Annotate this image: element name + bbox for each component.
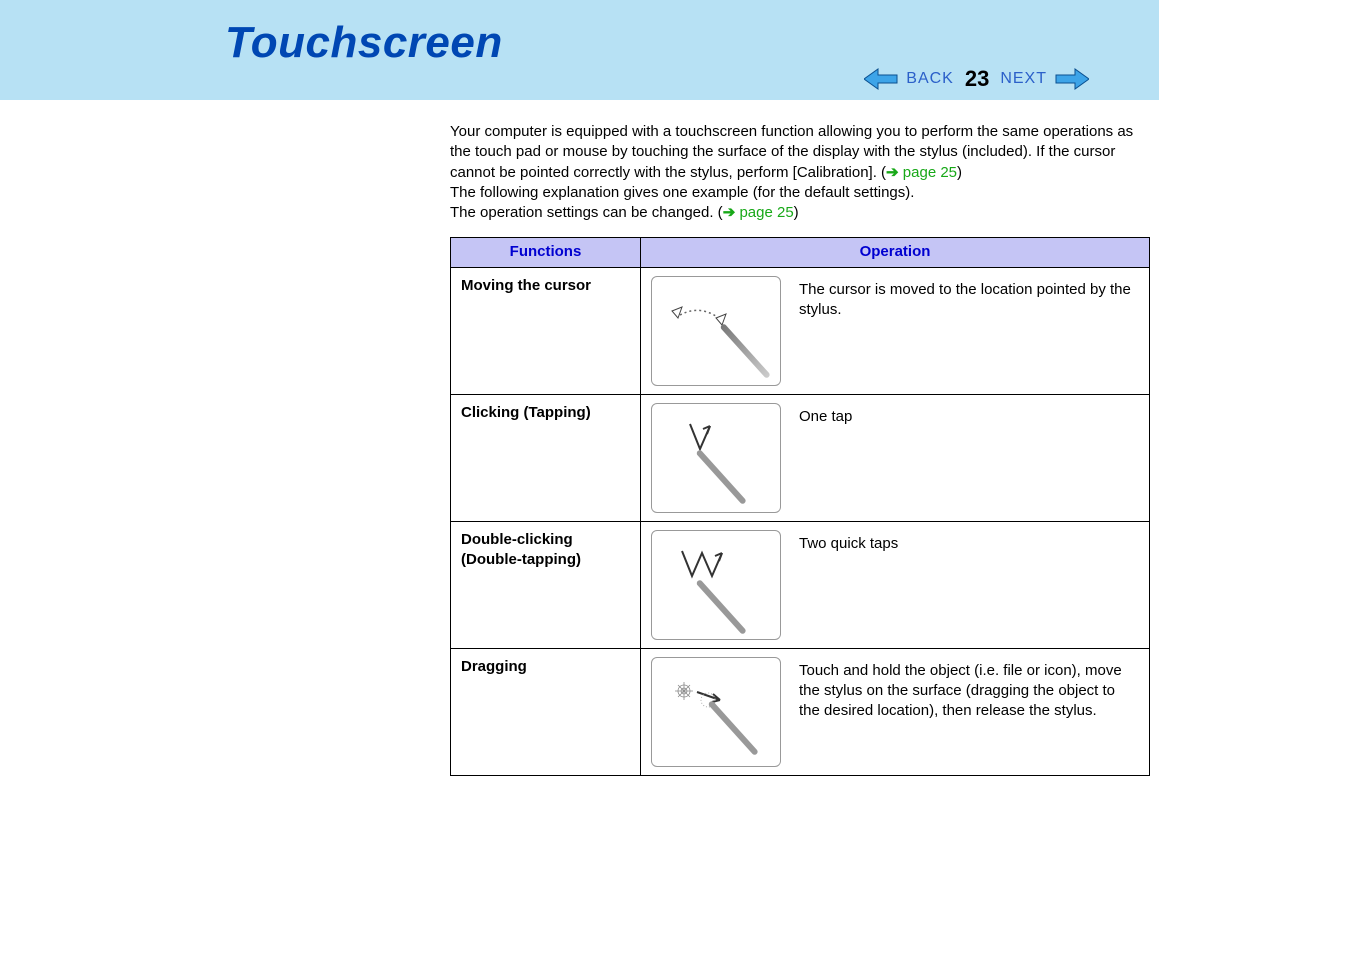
op-cell: One tap — [641, 394, 1150, 521]
op-text: Touch and hold the object (i.e. file or … — [799, 657, 1139, 722]
page-number: 23 — [962, 66, 992, 92]
functions-table: Functions Operation Moving the cursor — [450, 237, 1150, 775]
intro-p2: The following explanation gives one exam… — [450, 184, 914, 201]
th-functions: Functions — [451, 238, 641, 267]
page-link-25a[interactable]: page 25 — [903, 164, 957, 181]
page: Touchscreen BACK 23 NEXT Your computer i… — [0, 0, 1159, 954]
drag-illustration — [651, 657, 781, 767]
th-operation: Operation — [641, 238, 1150, 267]
op-text: Two quick taps — [799, 530, 1139, 554]
next-button[interactable]: NEXT — [1000, 70, 1047, 88]
next-arrow-icon[interactable] — [1055, 68, 1089, 90]
op-text: The cursor is moved to the location poin… — [799, 276, 1139, 321]
fn-label: Double-clicking (Double-tapping) — [451, 521, 641, 648]
intro-text: Your computer is equipped with a touchsc… — [450, 122, 1150, 223]
fn-label: Dragging — [451, 648, 641, 775]
table-row: Dragging — [451, 648, 1150, 775]
move-cursor-illustration — [651, 276, 781, 386]
arrow-icon: ➔ — [723, 204, 740, 221]
fn-label: Moving the cursor — [451, 267, 641, 394]
fn-label: Clicking (Tapping) — [451, 394, 641, 521]
page-title: Touchscreen — [0, 18, 1159, 68]
op-cell: Two quick taps — [641, 521, 1150, 648]
header-band: Touchscreen BACK 23 NEXT — [0, 0, 1159, 100]
back-button[interactable]: BACK — [906, 70, 954, 88]
intro-p3b: ) — [794, 204, 799, 221]
double-click-illustration — [651, 530, 781, 640]
nav-row: BACK 23 NEXT — [864, 66, 1089, 92]
table-row: Clicking (Tapping) One tap — [451, 394, 1150, 521]
intro-p3a: The operation settings can be changed. ( — [450, 204, 723, 221]
intro-p1-close: ) — [957, 164, 962, 181]
table-header-row: Functions Operation — [451, 238, 1150, 267]
op-text: One tap — [799, 403, 1139, 427]
arrow-icon: ➔ — [886, 164, 903, 181]
content-area: Your computer is equipped with a touchsc… — [450, 122, 1150, 776]
table-row: Double-clicking (Double-tapping) Two qui… — [451, 521, 1150, 648]
op-cell: The cursor is moved to the location poin… — [641, 267, 1150, 394]
page-link-25b[interactable]: page 25 — [739, 204, 793, 221]
right-gutter — [1159, 0, 1351, 954]
intro-p1: Your computer is equipped with a touchsc… — [450, 123, 1133, 181]
back-arrow-icon[interactable] — [864, 68, 898, 90]
op-cell: Touch and hold the object (i.e. file or … — [641, 648, 1150, 775]
click-illustration — [651, 403, 781, 513]
table-row: Moving the cursor — [451, 267, 1150, 394]
